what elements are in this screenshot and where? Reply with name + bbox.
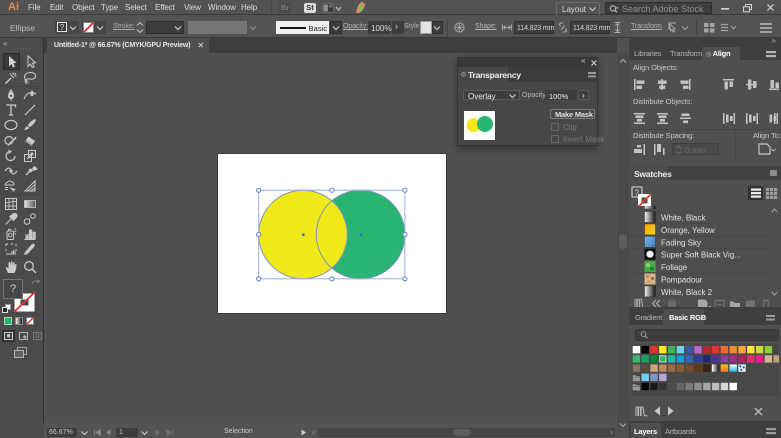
svg-text:White, Black: White, Black bbox=[661, 214, 706, 223]
svg-text:Foliage: Foliage bbox=[661, 263, 688, 272]
svg-text:Pompadour: Pompadour bbox=[661, 276, 703, 285]
svg-text:Orange, Yellow: Orange, Yellow bbox=[661, 226, 715, 235]
svg-text:Fading Sky: Fading Sky bbox=[661, 238, 701, 247]
svg-text:Super Soft Black Vig...: Super Soft Black Vig... bbox=[661, 251, 741, 260]
